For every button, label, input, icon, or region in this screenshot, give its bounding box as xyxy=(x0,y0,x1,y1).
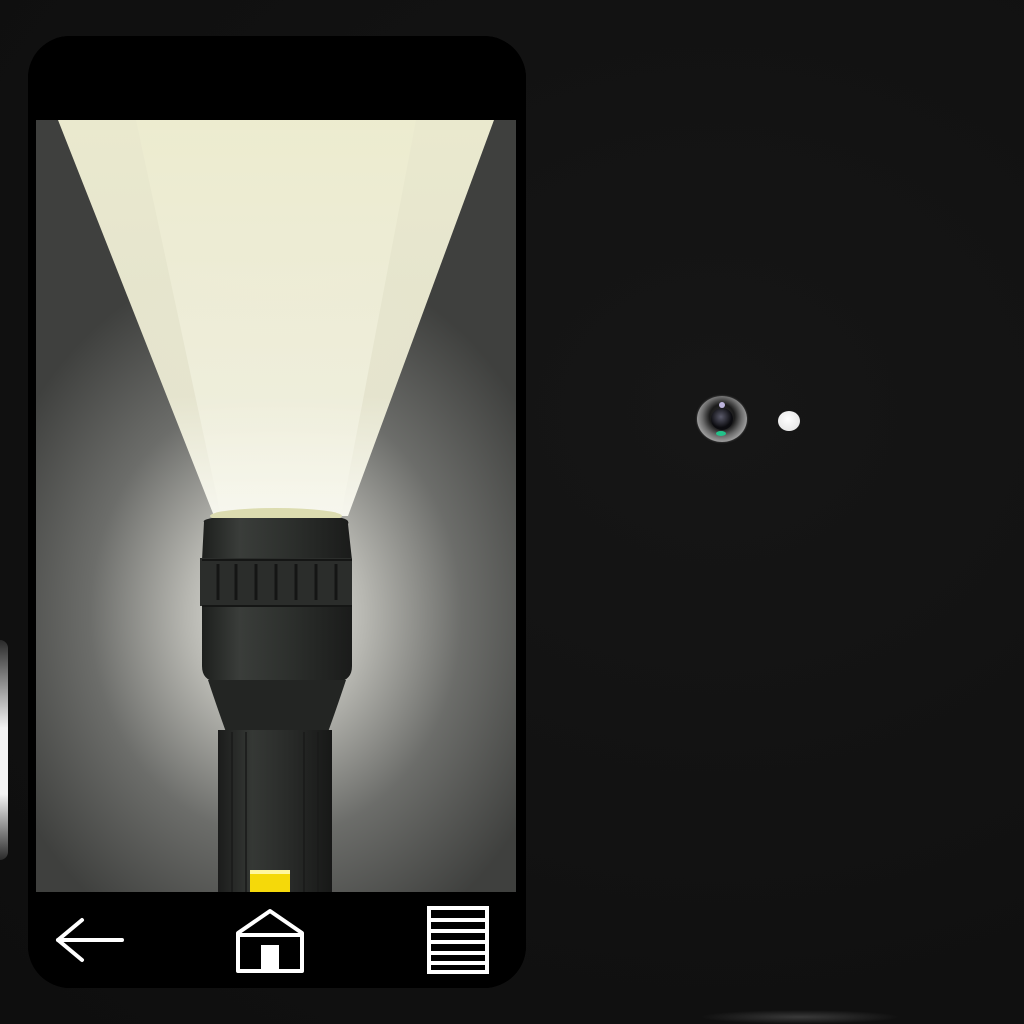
camera-aperture xyxy=(711,408,733,430)
back-button[interactable] xyxy=(50,902,130,978)
camera-lens-icon xyxy=(697,396,747,442)
phone-frame xyxy=(28,36,526,988)
flash-led-icon xyxy=(778,411,800,431)
flashlight-neck xyxy=(208,680,346,732)
surface-reflection xyxy=(700,1010,900,1024)
scene xyxy=(0,0,1024,1024)
home-button[interactable] xyxy=(230,902,310,978)
menu-list-icon xyxy=(427,906,489,974)
flashlight-illustration[interactable] xyxy=(36,120,516,892)
menu-button[interactable] xyxy=(418,902,498,978)
camera-indicator-led xyxy=(716,431,726,436)
flashlight-screen[interactable] xyxy=(36,120,516,892)
navigation-bar xyxy=(28,892,526,988)
status-bar xyxy=(28,36,526,118)
home-icon xyxy=(236,909,304,973)
flashlight-body xyxy=(218,730,332,892)
edge-highlight xyxy=(0,640,8,860)
back-arrow-icon xyxy=(56,918,124,962)
lens-reflection xyxy=(719,402,725,408)
